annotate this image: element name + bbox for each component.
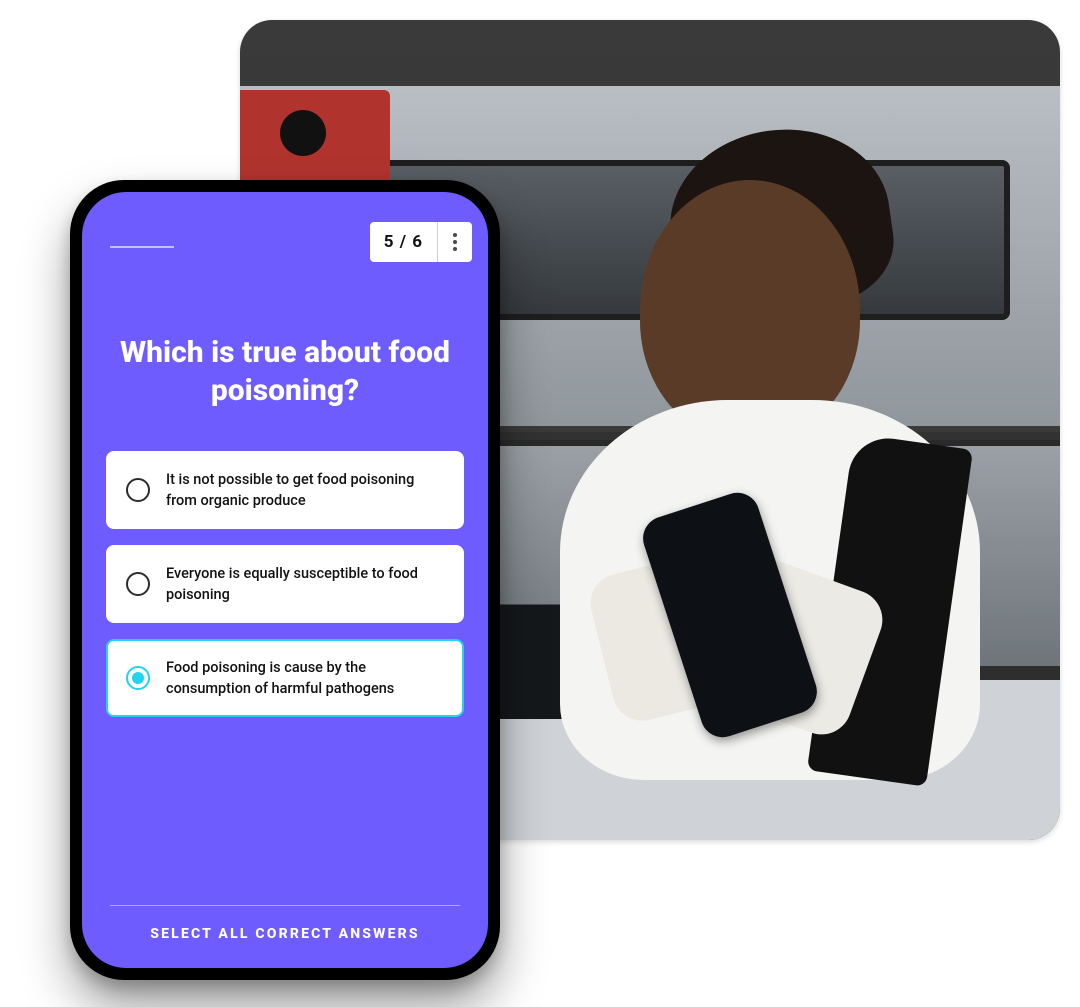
header-rule [110,246,174,248]
progress-pill: 5 / 6 [370,222,472,262]
answer-option[interactable]: It is not possible to get food poisoning… [106,451,464,529]
radio-icon [126,666,150,690]
answer-option[interactable]: Food poisoning is cause by the consumpti… [106,639,464,717]
answer-text: It is not possible to get food poisoning… [166,469,444,511]
radio-icon [126,572,150,596]
answer-text: Everyone is equally susceptible to food … [166,563,444,605]
radio-icon [126,478,150,502]
phone-frame: 5 / 6 Which is true about food poisoning… [70,180,500,980]
quiz-topbar: 5 / 6 [82,192,488,278]
progress-counter: 5 / 6 [370,222,437,262]
answer-text: Food poisoning is cause by the consumpti… [166,657,444,699]
quiz-screen: 5 / 6 Which is true about food poisoning… [82,192,488,968]
kebab-menu-button[interactable] [437,222,472,262]
kebab-icon [453,233,457,251]
instruction-text: SELECT ALL CORRECT ANSWERS [110,926,460,942]
question-text: Which is true about food poisoning? [116,334,454,411]
answer-list: It is not possible to get food poisoning… [82,451,488,717]
footer-rule [110,905,460,906]
quiz-footer: SELECT ALL CORRECT ANSWERS [82,905,488,968]
answer-option[interactable]: Everyone is equally susceptible to food … [106,545,464,623]
